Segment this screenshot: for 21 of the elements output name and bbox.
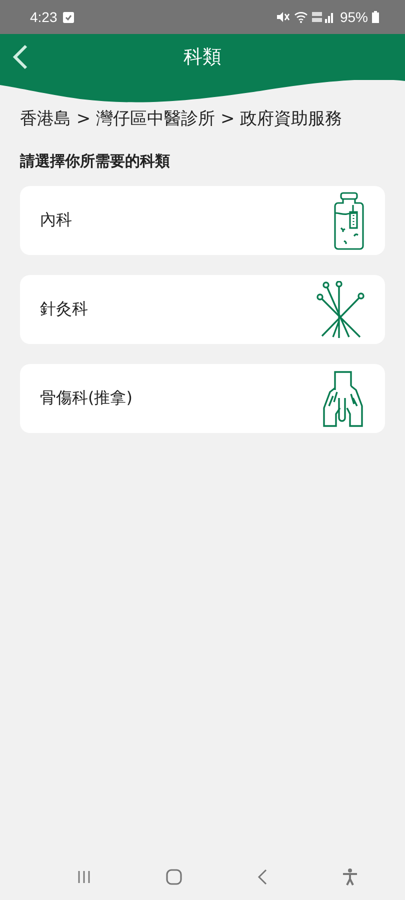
accessibility-icon[interactable]: [342, 868, 358, 886]
signal-icon: [312, 11, 336, 23]
breadcrumb: 香港島 > 灣仔區中醫診所 > 政府資助服務: [20, 108, 344, 130]
wifi-icon: [294, 11, 308, 23]
home-icon[interactable]: [166, 869, 182, 885]
department-card[interactable]: 內科: [20, 186, 385, 255]
header-title: 科類: [184, 45, 222, 70]
vial-icon: [333, 192, 365, 250]
back-icon[interactable]: [12, 44, 28, 70]
department-card[interactable]: 骨傷科(推拿): [20, 364, 385, 433]
checkbox-notification-icon: [63, 12, 74, 22]
mute-icon: [276, 11, 290, 23]
prompt-text: 請選擇你所需要的科類: [20, 152, 171, 171]
back-nav-icon[interactable]: [256, 869, 267, 885]
battery-icon: [372, 11, 379, 23]
recent-apps-icon[interactable]: [77, 870, 92, 884]
hands-holding-icon: [321, 370, 365, 428]
battery-percent: 95%: [340, 9, 368, 25]
needles-icon: [315, 280, 365, 338]
department-card[interactable]: 針灸科: [20, 275, 385, 344]
status-time: 4:23: [30, 9, 58, 25]
